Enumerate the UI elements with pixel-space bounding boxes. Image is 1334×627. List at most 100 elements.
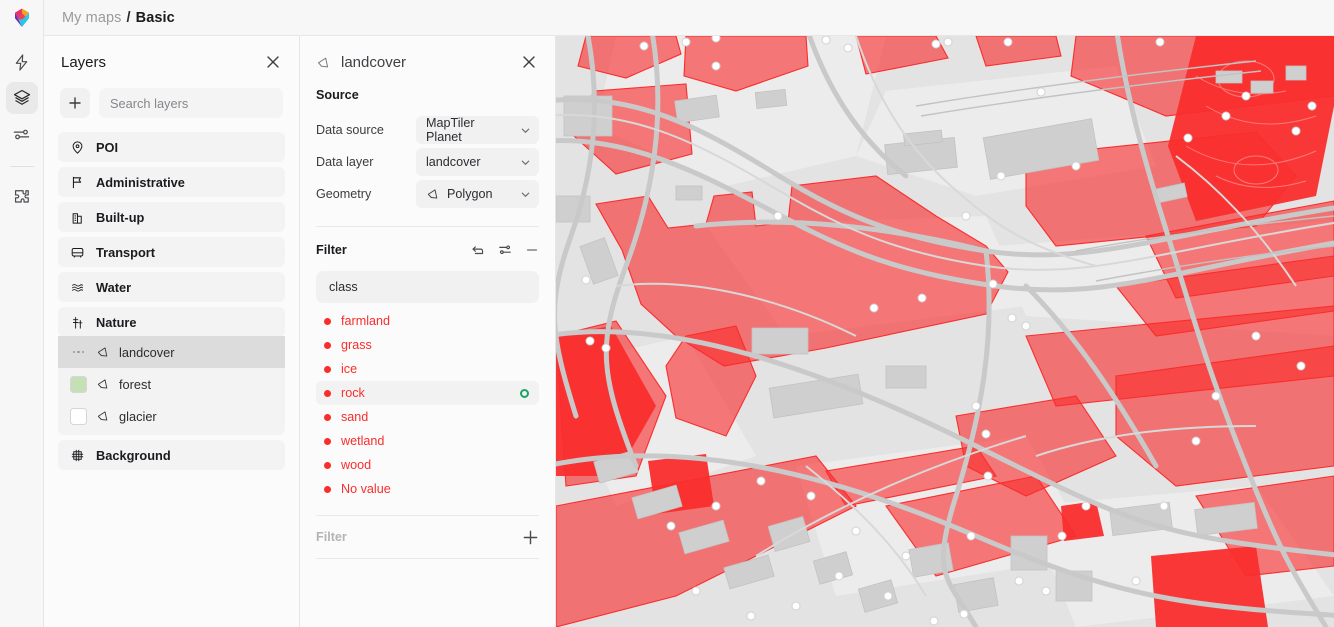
select-value: landcover	[426, 155, 513, 169]
filter-value-row-rock[interactable]: rock	[316, 381, 539, 405]
value-color-dot-icon	[324, 342, 331, 349]
group-label: Administrative	[96, 175, 185, 190]
filter-value-row[interactable]: wood	[316, 453, 539, 477]
layer-properties-panel: landcover Source Data source MapTiler Pl…	[300, 36, 556, 627]
group-header-nature[interactable]: Nature	[58, 307, 285, 337]
close-properties-panel-button[interactable]	[518, 51, 540, 73]
filter-value-label: rock	[341, 386, 510, 400]
group-header-poi[interactable]: POI	[58, 132, 285, 162]
plus-icon	[522, 529, 539, 546]
bus-icon	[70, 245, 85, 260]
filter-value-row[interactable]: farmland	[316, 309, 539, 333]
data-source-select[interactable]: MapTiler Planet	[416, 116, 539, 144]
group-label: Nature	[96, 315, 137, 330]
nature-sublayers: landcover forest	[58, 336, 285, 435]
lightning-icon	[12, 53, 31, 72]
filter-value-row[interactable]: wetland	[316, 429, 539, 453]
breadcrumb: My maps / Basic	[44, 10, 175, 26]
value-color-dot-icon	[324, 462, 331, 469]
group-header-administrative[interactable]: Administrative	[58, 167, 285, 197]
field-label: Data source	[316, 123, 416, 137]
filter-value-label: wood	[341, 458, 529, 472]
value-color-dot-icon	[324, 366, 331, 373]
chevron-down-icon	[520, 125, 531, 136]
filter-section-header: Filter	[316, 243, 539, 257]
search-layers-box[interactable]	[99, 88, 283, 118]
brand-logo[interactable]	[0, 0, 44, 36]
left-rail	[0, 36, 44, 627]
sublayer-label: forest	[119, 377, 151, 392]
sidebar-item-forest[interactable]: forest	[58, 368, 285, 400]
field-geometry: Geometry Polygon	[316, 180, 539, 208]
value-color-dot-icon	[324, 318, 331, 325]
group-header-water[interactable]: Water	[58, 272, 285, 302]
filter-property-select[interactable]: class	[316, 271, 539, 303]
poi-pin-icon	[70, 140, 85, 155]
rail-item-settings[interactable]	[6, 118, 38, 150]
filter-value-label: farmland	[341, 314, 529, 328]
filter-value-row[interactable]: sand	[316, 405, 539, 429]
layer-group-built-up: Built-up	[58, 202, 285, 232]
filter-value-row[interactable]: ice	[316, 357, 539, 381]
filter-actions	[471, 243, 539, 257]
body-row: Layers	[0, 36, 1334, 627]
reset-filter-button[interactable]	[471, 243, 485, 257]
minus-icon	[525, 243, 539, 257]
group-header-built-up[interactable]: Built-up	[58, 202, 285, 232]
target-ring-icon[interactable]	[520, 389, 529, 398]
polygon-icon	[316, 55, 331, 70]
layer-group-list: POI Administrative	[44, 132, 299, 627]
sliders-icon	[12, 125, 31, 144]
filter-value-label: grass	[341, 338, 529, 352]
add-layer-button[interactable]	[60, 88, 90, 118]
close-icon	[266, 55, 280, 69]
filter-value-label: ice	[341, 362, 529, 376]
plus-icon	[68, 96, 82, 110]
color-swatch	[70, 376, 87, 393]
value-color-dot-icon	[324, 414, 331, 421]
close-icon	[522, 55, 536, 69]
rail-divider	[10, 166, 34, 167]
add-filter-button[interactable]	[522, 529, 539, 546]
data-layer-select[interactable]: landcover	[416, 148, 539, 176]
rail-item-layers[interactable]	[6, 82, 38, 114]
layer-group-water: Water	[58, 272, 285, 302]
geometry-select[interactable]: Polygon	[416, 180, 539, 208]
map-canvas[interactable]	[556, 36, 1334, 627]
multi-color-dots-icon	[70, 351, 87, 354]
group-header-background[interactable]: Background	[58, 440, 285, 470]
layers-search-row	[44, 88, 299, 132]
sidebar-item-glacier[interactable]: glacier	[58, 400, 285, 432]
breadcrumb-current: Basic	[136, 10, 175, 26]
layer-group-transport: Transport	[58, 237, 285, 267]
group-label: Background	[96, 448, 171, 463]
building-icon	[70, 210, 85, 225]
group-header-transport[interactable]: Transport	[58, 237, 285, 267]
layer-group-nature: Nature landcover	[58, 307, 285, 435]
sublayer-label: landcover	[119, 345, 175, 360]
grid-frame-icon	[70, 448, 85, 463]
group-label: POI	[96, 140, 118, 155]
filter-section-title: Filter	[316, 243, 347, 257]
flag-icon	[70, 175, 85, 190]
filter-value-list: farmland grass ice rock	[316, 309, 539, 501]
filter-settings-button[interactable]	[498, 243, 512, 257]
tree-icon	[70, 315, 85, 330]
add-filter-label: Filter	[316, 530, 347, 544]
filter-value-label: wetland	[341, 434, 529, 448]
sidebar-item-landcover[interactable]: landcover	[58, 336, 285, 368]
group-label: Built-up	[96, 210, 144, 225]
undo-arrow-icon	[471, 243, 485, 257]
search-input[interactable]	[110, 96, 272, 111]
filter-value-label: sand	[341, 410, 529, 424]
breadcrumb-root[interactable]: My maps	[62, 10, 122, 26]
field-label: Data layer	[316, 155, 416, 169]
value-color-dot-icon	[324, 390, 331, 397]
chevron-down-icon	[520, 157, 531, 168]
rail-item-flash[interactable]	[6, 46, 38, 78]
filter-value-row[interactable]: grass	[316, 333, 539, 357]
close-layers-panel-button[interactable]	[262, 51, 284, 73]
filter-value-row[interactable]: No value	[316, 477, 539, 501]
collapse-filter-button[interactable]	[525, 243, 539, 257]
rail-item-plugins[interactable]	[6, 181, 38, 213]
